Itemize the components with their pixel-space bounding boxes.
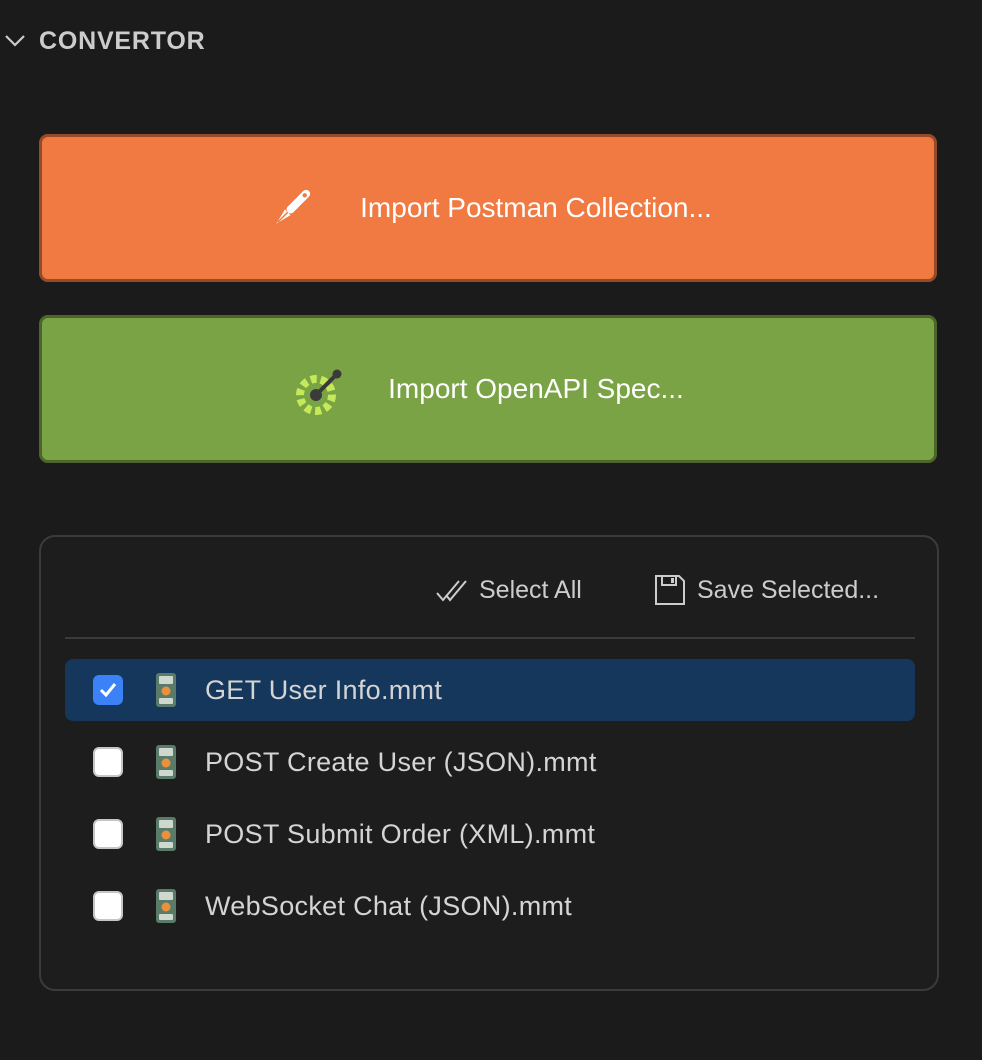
- file-checkbox[interactable]: [93, 891, 123, 921]
- file-row[interactable]: POST Create User (JSON).mmt: [65, 731, 915, 793]
- checkmark-icon: [99, 683, 117, 698]
- section-title: CONVERTOR: [39, 27, 206, 55]
- save-selected-label: Save Selected...: [697, 575, 880, 604]
- mmt-file-icon: [156, 745, 176, 779]
- file-row[interactable]: POST Submit Order (XML).mmt: [65, 803, 915, 865]
- save-icon: [655, 575, 685, 605]
- select-all-label: Select All: [479, 575, 582, 604]
- chevron-down-icon[interactable]: [4, 32, 26, 50]
- import-openapi-label: Import OpenAPI Spec...: [388, 373, 684, 404]
- postman-icon: [276, 189, 311, 224]
- file-panel: Select All Save Selected... GET User Inf…: [39, 535, 939, 991]
- file-row[interactable]: WebSocket Chat (JSON).mmt: [65, 875, 915, 937]
- file-name: WebSocket Chat (JSON).mmt: [205, 891, 573, 921]
- file-checkbox[interactable]: [93, 819, 123, 849]
- file-name: GET User Info.mmt: [205, 675, 443, 705]
- convertor-view: CONVERTOR Import Postman Collection... I…: [0, 0, 982, 1060]
- select-all-button[interactable]: Select All: [435, 565, 582, 615]
- mmt-file-icon: [156, 673, 176, 707]
- file-toolbar: Select All Save Selected...: [41, 565, 937, 615]
- file-name: POST Submit Order (XML).mmt: [205, 819, 596, 849]
- section-header[interactable]: CONVERTOR: [0, 18, 982, 64]
- file-row[interactable]: GET User Info.mmt: [65, 659, 915, 721]
- file-checkbox[interactable]: [93, 675, 123, 705]
- check-all-icon: [436, 580, 467, 602]
- toolbar-divider: [65, 637, 915, 639]
- mmt-file-icon: [156, 889, 176, 923]
- import-openapi-button[interactable]: Import OpenAPI Spec...: [39, 315, 937, 463]
- file-name: POST Create User (JSON).mmt: [205, 747, 597, 777]
- import-postman-label: Import Postman Collection...: [360, 192, 712, 223]
- file-checkbox[interactable]: [93, 747, 123, 777]
- save-selected-button[interactable]: Save Selected...: [653, 565, 879, 615]
- import-postman-button[interactable]: Import Postman Collection...: [39, 134, 937, 282]
- mmt-file-icon: [156, 817, 176, 851]
- file-list: GET User Info.mmt POST Create User (JSON…: [65, 659, 915, 947]
- openapi-icon: [296, 369, 342, 415]
